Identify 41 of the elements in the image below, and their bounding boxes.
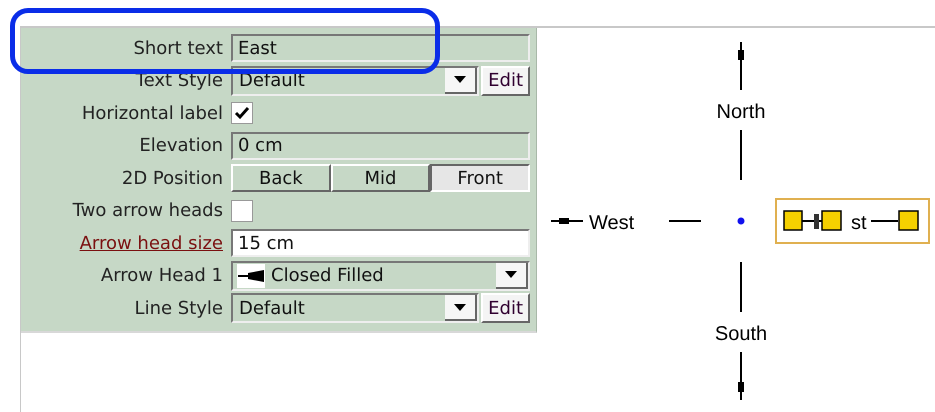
property-label: Horizontal label	[80, 102, 224, 124]
center-point	[738, 218, 744, 224]
text-field[interactable]: East	[231, 34, 530, 62]
south-label: South	[714, 323, 768, 345]
arrowhead-icon	[238, 270, 264, 282]
edit-button[interactable]: Edit	[481, 66, 530, 96]
dropdown[interactable]: Default	[231, 293, 480, 324]
property-label: Short text	[132, 38, 224, 59]
connector-line	[740, 130, 742, 180]
arrow	[738, 42, 744, 90]
checkbox[interactable]	[231, 200, 253, 222]
arrow	[551, 218, 583, 224]
text-field[interactable]: 15 cm	[231, 229, 530, 258]
dropdown[interactable]: Closed Filled	[231, 260, 530, 291]
west-label: West	[589, 212, 634, 234]
arrow	[738, 352, 744, 400]
property-label: Arrow Head 1	[100, 265, 224, 286]
east-label: st	[851, 212, 867, 234]
position-option[interactable]: Mid	[330, 164, 430, 192]
glyph-fragment	[814, 214, 819, 229]
caret-icon	[454, 304, 466, 311]
property-label[interactable]: Arrow head size	[21, 232, 231, 254]
property-label: 2D Position	[120, 168, 224, 189]
position-option[interactable]: Front	[430, 164, 530, 192]
connector-line	[669, 220, 701, 222]
position-option[interactable]: Back	[231, 164, 331, 192]
property-label: Elevation	[138, 135, 224, 156]
caret-icon	[454, 76, 466, 84]
selection-handle[interactable]	[783, 210, 803, 231]
connector-line	[740, 262, 742, 312]
property-label: Two arrow heads	[72, 200, 224, 222]
checkbox[interactable]	[231, 102, 253, 124]
connector-line	[871, 220, 898, 222]
caret-icon	[505, 271, 517, 278]
edit-button[interactable]: Edit	[481, 293, 530, 324]
property-label: Line Style	[134, 298, 224, 319]
north-label: North	[716, 101, 766, 123]
selection-handle[interactable]	[898, 210, 919, 231]
selection-handle[interactable]	[821, 210, 842, 231]
text-field[interactable]: 0 cm	[231, 132, 530, 160]
connector-line	[802, 220, 823, 222]
